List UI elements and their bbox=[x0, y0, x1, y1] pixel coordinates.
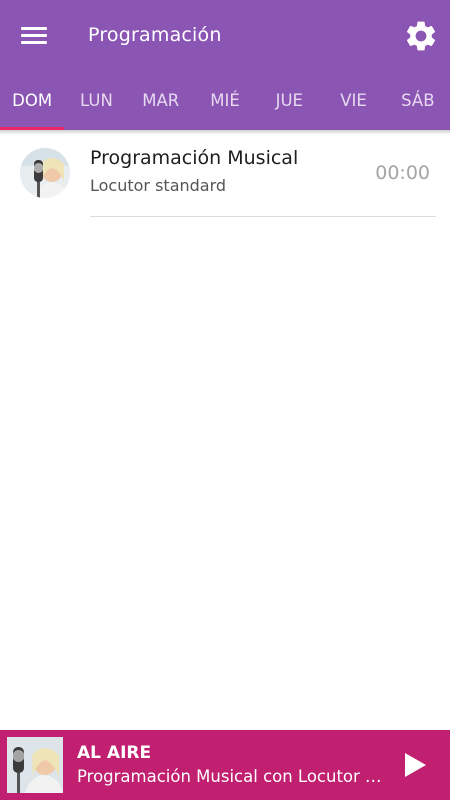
play-icon bbox=[405, 753, 426, 777]
page-title: Programación bbox=[88, 24, 222, 46]
now-playing-thumbnail bbox=[7, 737, 63, 793]
row-divider bbox=[90, 216, 436, 217]
now-playing-bar[interactable]: AL AIRE Programación Musical con Locutor… bbox=[0, 730, 450, 800]
menu-icon-line bbox=[21, 27, 47, 30]
tab-mie[interactable]: MIÉ bbox=[193, 72, 257, 130]
tab-lun[interactable]: LUN bbox=[64, 72, 128, 130]
host-photo bbox=[20, 148, 70, 198]
schedule-item[interactable]: Programación Musical Locutor standard 00… bbox=[0, 135, 450, 217]
day-tabs: DOM LUN MAR MIÉ JUE VIE SÁB bbox=[0, 72, 450, 130]
program-title: Programación Musical bbox=[90, 147, 299, 169]
tab-mar[interactable]: MAR bbox=[129, 72, 193, 130]
now-playing-track-text: Programación Musical con Locutor … bbox=[77, 767, 382, 786]
menu-button[interactable] bbox=[18, 22, 52, 50]
menu-icon-line bbox=[21, 34, 47, 37]
program-time: 00:00 bbox=[375, 162, 430, 184]
menu-icon-line bbox=[21, 41, 47, 44]
now-playing-track: Programación Musical con Locutor … bbox=[77, 767, 382, 786]
tab-dom[interactable]: DOM bbox=[0, 72, 65, 130]
tab-vie[interactable]: VIE bbox=[321, 72, 385, 130]
host-avatar bbox=[20, 148, 70, 198]
on-air-label: AL AIRE bbox=[77, 743, 152, 763]
settings-button[interactable] bbox=[402, 18, 440, 54]
program-host: Locutor standard bbox=[90, 176, 227, 195]
tab-jue[interactable]: JUE bbox=[257, 72, 321, 130]
tab-sab[interactable]: SÁB bbox=[386, 72, 450, 130]
host-photo bbox=[7, 737, 63, 793]
gear-icon bbox=[406, 21, 436, 51]
play-button[interactable] bbox=[398, 748, 432, 782]
app-bar: Programación bbox=[0, 0, 450, 72]
